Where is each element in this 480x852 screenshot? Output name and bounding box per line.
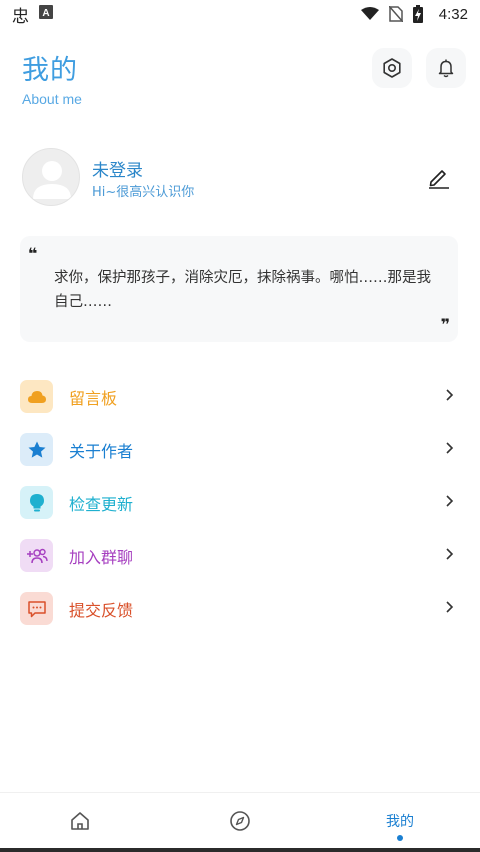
nav-tab-discover[interactable] (220, 793, 260, 849)
nav-tab-home[interactable] (60, 793, 100, 849)
app-glyph-icon: 忠 (12, 6, 29, 27)
menu-icon-box (20, 486, 53, 519)
chevron-right-icon (446, 495, 454, 507)
feedback-icon (27, 600, 46, 617)
group-icon (26, 548, 48, 563)
menu-item-join-group[interactable]: 加入群聊 (20, 529, 460, 582)
menu-label: 提交反馈 (69, 600, 134, 620)
profile-name[interactable]: 未登录 (92, 156, 143, 181)
quote-text: 求你，保护那孩子，消除灾厄，抹除祸事。哪怕……那是我自己…… (54, 270, 431, 310)
menu-list: 留言板 关于作者 检查更新 加入群聊 提交反馈 (20, 370, 460, 635)
default-avatar-icon (33, 161, 71, 199)
edit-icon (429, 170, 449, 189)
star-icon (28, 441, 45, 458)
profile-greeting: Hi~很高兴认识你 (92, 185, 195, 200)
status-bar: 忠 A 4:32 (0, 0, 480, 28)
home-icon (71, 812, 89, 830)
menu-item-message-board[interactable]: 留言板 (20, 370, 460, 423)
active-indicator (397, 835, 403, 841)
chevron-right-icon (446, 548, 454, 560)
settings-button[interactable] (372, 48, 412, 88)
cloud-icon (27, 390, 46, 403)
bottom-nav: 我的 (0, 792, 480, 852)
menu-label: 检查更新 (69, 494, 134, 514)
svg-text:A: A (42, 8, 49, 19)
menu-icon-box (20, 380, 53, 413)
menu-label: 关于作者 (69, 441, 134, 461)
page-title: 我的 (22, 55, 78, 86)
edit-profile-button[interactable] (426, 164, 452, 190)
notification-button[interactable] (426, 48, 466, 88)
screen-bottom-edge (0, 848, 480, 852)
battery-charging-icon (412, 5, 423, 23)
menu-item-feedback[interactable]: 提交反馈 (20, 582, 460, 635)
menu-label: 加入群聊 (69, 547, 134, 567)
nav-tab-mine[interactable]: 我的 (370, 793, 430, 849)
wifi-icon (360, 7, 379, 21)
lightbulb-icon (29, 493, 44, 511)
chevron-right-icon (446, 601, 454, 613)
avatar[interactable] (22, 148, 80, 206)
chevron-right-icon (446, 442, 454, 454)
a-notification-icon: A (39, 5, 53, 23)
menu-item-check-update[interactable]: 检查更新 (20, 476, 460, 529)
settings-icon (383, 58, 401, 78)
menu-icon-box (20, 539, 53, 572)
menu-item-about-author[interactable]: 关于作者 (20, 423, 460, 476)
quote-card: ❝ 求你，保护那孩子，消除灾厄，抹除祸事。哪怕……那是我自己…… ❞ (20, 236, 458, 342)
quote-open-icon: ❝ (28, 244, 38, 263)
chevron-right-icon (446, 389, 454, 401)
quote-close-icon: ❞ (440, 315, 450, 334)
nav-tab-label: 我的 (386, 814, 414, 830)
profile-section[interactable]: 未登录 Hi~很高兴认识你 (22, 148, 458, 208)
page-header: 我的 About me (22, 48, 82, 107)
menu-icon-box (20, 592, 53, 625)
menu-icon-box (20, 433, 53, 466)
compass-icon (230, 811, 250, 831)
no-sim-icon (388, 6, 403, 22)
menu-label: 留言板 (69, 388, 118, 408)
bell-icon (438, 59, 454, 78)
status-time: 4:32 (438, 5, 468, 23)
page-subtitle: About me (22, 91, 82, 107)
